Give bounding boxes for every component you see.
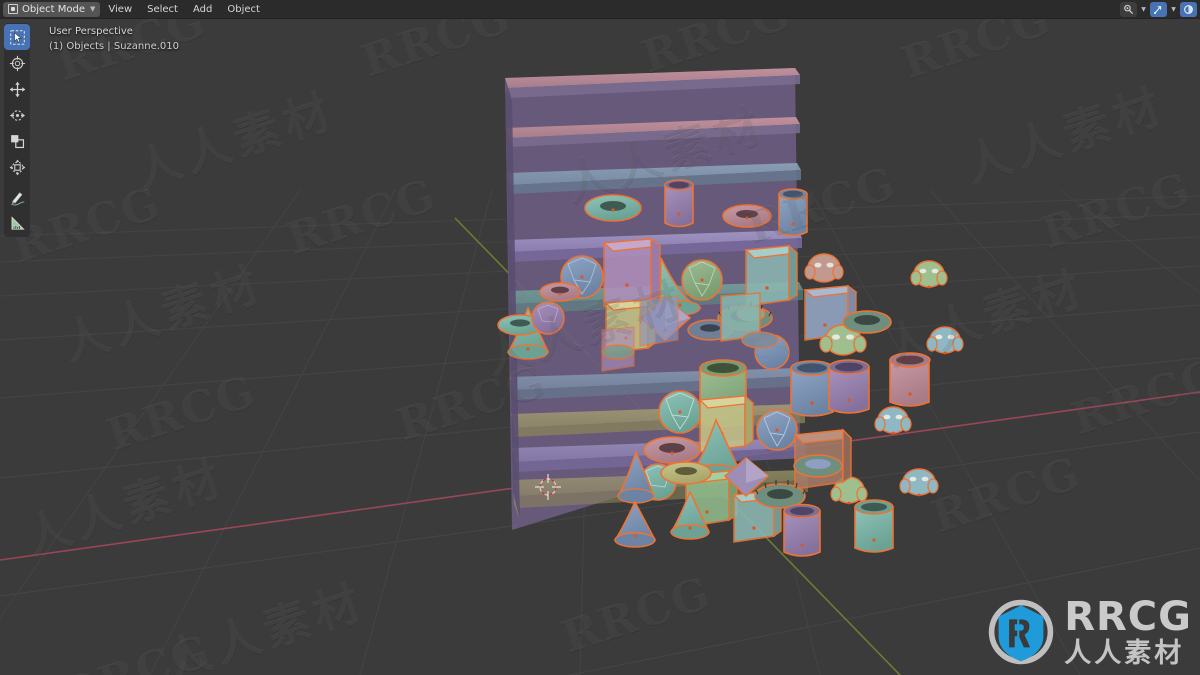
rrcg-logo-text: RRCG 人人素材 [1064,597,1192,667]
header-right-controls[interactable]: ▼ ▼ [1120,0,1200,19]
suzanne-object [926,326,964,355]
tool-transform[interactable] [4,154,30,180]
torus-object [722,204,772,228]
rrcg-logo: RRCG 人人素材 [986,597,1192,667]
menu-add[interactable]: Add [186,2,219,17]
torus-object [584,194,642,222]
xray-icon [1184,4,1193,14]
menu-view[interactable]: View [101,2,139,17]
tool-move[interactable] [4,76,30,102]
cylinder-object [854,499,894,553]
suzanne-object [804,253,844,283]
select-box-icon [9,29,25,45]
tool-cursor[interactable] [4,50,30,76]
icosphere-object [531,301,565,335]
cylinder-object [783,503,821,557]
cylinder-object [889,352,931,407]
tool-select-box[interactable] [4,24,30,50]
rrcg-logo-cn: 人人素材 [1064,638,1185,669]
transform-icon [9,159,25,175]
rrcg-logo-en: RRCG [1064,594,1192,640]
visibility-chevron-icon[interactable]: ▼ [1139,2,1148,17]
object-mode-selector[interactable]: Object Mode ▼ [3,1,101,17]
gizmo-icon [1153,5,1162,14]
annotate-icon [10,191,25,205]
suzanne-object [899,468,939,497]
cylinder-object [778,188,808,237]
tool-scale[interactable] [4,128,30,154]
rrcg-shield-mark-icon [989,599,1054,665]
cone-object [613,500,657,548]
tool-measure[interactable] [4,210,30,236]
blender-window: RRCGRRCGRRCGRRCG人人素材人人素材人人素材RRCGRRCGRRCG… [0,0,1200,675]
cursor-icon [9,55,25,71]
object-mode-label: Object Mode [22,3,85,15]
tool-rotate[interactable] [4,102,30,128]
cube-object [602,237,662,307]
gizmo-button[interactable] [1150,1,1167,17]
gear-object [793,454,843,478]
suzanne-object [874,406,912,435]
icosphere-object [756,409,798,451]
menu-select[interactable]: Select [140,2,185,17]
viewport-toolbar[interactable] [4,23,30,237]
tool-annotate[interactable] [4,184,30,210]
gizmo-chevron-icon[interactable]: ▼ [1169,2,1178,17]
viewport-header[interactable]: Object Mode ▼ View Select Add Object ▼ ▼ [0,0,1200,19]
gear-object [842,310,892,334]
scale-icon [10,134,24,148]
visibility-icon [1124,4,1133,14]
torus-object [539,282,581,302]
cylinder-object [828,359,870,414]
visibility-button[interactable] [1120,1,1137,17]
object-mode-icon [8,4,18,14]
measure-icon [11,215,25,230]
torus-object [643,436,701,464]
icosphere-object [681,259,723,301]
cylinder-object [790,360,834,417]
xray-button[interactable] [1180,1,1197,17]
rotate-icon [9,109,25,121]
chevron-down-icon: ▼ [90,4,96,13]
move-icon [9,81,25,97]
suzanne-object [910,260,948,289]
torus-object [660,461,712,485]
icosphere-object [658,390,702,434]
3d-scene [0,68,1200,675]
3d-viewport[interactable] [0,0,1200,675]
menu-object[interactable]: Object [220,2,267,17]
cylinder-object [664,179,694,228]
